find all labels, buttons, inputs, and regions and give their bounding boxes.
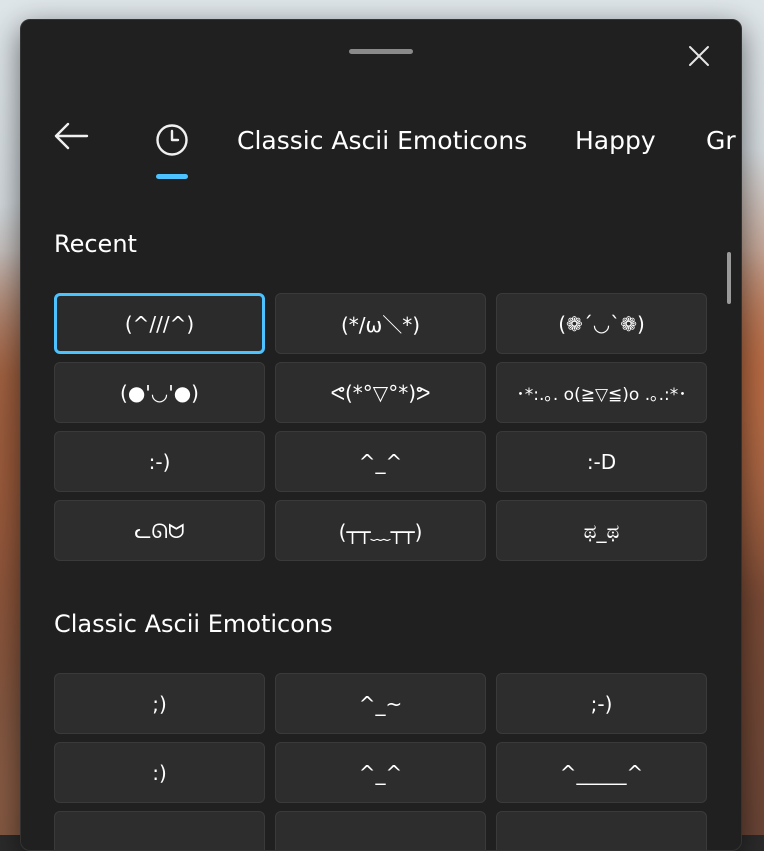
recent-section-title: Recent — [54, 230, 137, 258]
kaomoji-item[interactable]: ᕙ(*°▽°*)ᕗ — [275, 362, 486, 423]
kaomoji-item-partial[interactable] — [496, 811, 707, 850]
kaomoji-item[interactable]: ;-) — [496, 673, 707, 734]
kaomoji-item-partial[interactable] — [275, 811, 486, 850]
kaomoji-item[interactable]: ^_^ — [275, 431, 486, 492]
kaomoji-item[interactable]: :-D — [496, 431, 707, 492]
kaomoji-item[interactable]: ^_^ — [275, 742, 486, 803]
recent-grid: (^///^) (*/ω＼*) (❁´◡`❁) (●'◡'●) ᕙ(*°▽°*)… — [54, 293, 708, 561]
tab-happy[interactable]: Happy — [575, 110, 656, 170]
close-button[interactable] — [681, 38, 717, 74]
classic-section-title: Classic Ascii Emoticons — [54, 610, 333, 638]
kaomoji-item[interactable]: ಥ_ಥ — [496, 500, 707, 561]
kaomoji-item[interactable]: (┬┬﹏┬┬) — [275, 500, 486, 561]
kaomoji-item[interactable]: ᓚᘏᗢ — [54, 500, 265, 561]
kaomoji-item-partial[interactable] — [54, 811, 265, 850]
kaomoji-item[interactable]: (*/ω＼*) — [275, 293, 486, 354]
drag-handle[interactable] — [349, 49, 413, 54]
kaomoji-item[interactable]: (❁´◡`❁) — [496, 293, 707, 354]
kaomoji-item[interactable]: ;) — [54, 673, 265, 734]
kaomoji-item[interactable]: ^_~ — [275, 673, 486, 734]
scrollbar-thumb[interactable] — [727, 252, 731, 304]
emoji-panel: Classic Ascii Emoticons Happy Gr Recent … — [20, 19, 742, 851]
kaomoji-item[interactable]: :) — [54, 742, 265, 803]
classic-grid: ;) ^_~ ;-) :) ^_^ ^_____^ — [54, 673, 708, 850]
kaomoji-item[interactable]: (●'◡'●) — [54, 362, 265, 423]
kaomoji-item[interactable]: ･*:.｡. o(≧▽≦)o .｡.:*･ — [496, 362, 707, 423]
back-arrow-icon — [54, 122, 89, 150]
kaomoji-item[interactable]: (^///^) — [54, 293, 265, 354]
category-tabs: Classic Ascii Emoticons Happy Gr — [149, 110, 741, 180]
tab-greetings[interactable]: Gr — [706, 110, 736, 170]
tab-selected-indicator — [156, 174, 188, 179]
clock-icon — [156, 124, 188, 156]
tab-recent[interactable] — [149, 110, 195, 179]
tab-classic-ascii-emoticons[interactable]: Classic Ascii Emoticons — [237, 110, 527, 170]
kaomoji-item[interactable]: ^_____^ — [496, 742, 707, 803]
close-icon — [689, 46, 709, 66]
kaomoji-item[interactable]: :-) — [54, 431, 265, 492]
back-button[interactable] — [49, 116, 93, 156]
